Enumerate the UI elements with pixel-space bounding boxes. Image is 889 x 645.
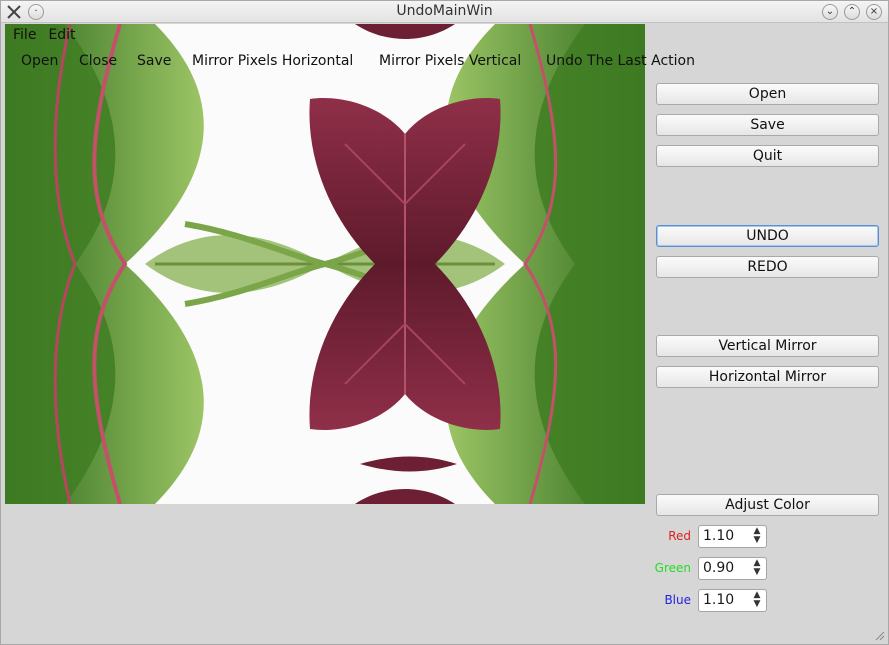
blue-label: Blue — [664, 593, 691, 607]
toolbar-mirror-horizontal[interactable]: Mirror Pixels Horizontal — [192, 53, 353, 69]
toolbar-close[interactable]: Close — [79, 53, 117, 69]
open-button[interactable]: Open — [656, 83, 879, 105]
minimize-button[interactable]: ⌄ — [822, 4, 838, 20]
mirrored-leaf-image — [5, 24, 645, 504]
red-spinbox[interactable]: 1.10 ▲ ▼ — [698, 525, 767, 548]
toolbar-save[interactable]: Save — [137, 53, 171, 69]
undo-button[interactable]: UNDO — [656, 225, 879, 247]
green-spinbox[interactable]: 0.90 ▲ ▼ — [698, 557, 767, 580]
adjust-color-button[interactable]: Adjust Color — [656, 494, 879, 516]
green-label: Green — [654, 561, 691, 575]
spin-arrows-icon[interactable]: ▲ ▼ — [751, 527, 763, 546]
menu-bar: File Edit — [13, 27, 76, 45]
window-title: UndoMainWin — [396, 3, 493, 19]
spin-arrows-icon[interactable]: ▲ ▼ — [751, 591, 763, 610]
save-button[interactable]: Save — [656, 114, 879, 136]
close-button[interactable]: × — [866, 4, 882, 20]
red-value: 1.10 — [703, 528, 735, 544]
green-value: 0.90 — [703, 560, 735, 576]
vertical-mirror-button[interactable]: Vertical Mirror — [656, 335, 879, 357]
chevron-down-icon: ⌄ — [825, 6, 835, 17]
horizontal-mirror-button[interactable]: Horizontal Mirror — [656, 366, 879, 388]
main-window: · UndoMainWin ⌄ ⌃ × File Edit Open Close… — [0, 0, 889, 645]
resize-grip-icon[interactable] — [873, 629, 885, 641]
image-canvas[interactable] — [5, 24, 645, 504]
toolbar-undo-last[interactable]: Undo The Last Action — [546, 53, 695, 69]
menu-file[interactable]: File — [13, 27, 36, 45]
blue-value: 1.10 — [703, 592, 735, 608]
menu-edit[interactable]: Edit — [48, 27, 75, 45]
toolbar-open[interactable]: Open — [21, 53, 58, 69]
redo-button[interactable]: REDO — [656, 256, 879, 278]
chevron-up-icon: ⌃ — [847, 6, 857, 17]
toolbar-mirror-vertical[interactable]: Mirror Pixels Vertical — [379, 53, 521, 69]
title-bar[interactable]: · UndoMainWin ⌄ ⌃ × — [1, 1, 888, 23]
quit-button[interactable]: Quit — [656, 145, 879, 167]
blue-spinbox[interactable]: 1.10 ▲ ▼ — [698, 589, 767, 612]
spin-arrows-icon[interactable]: ▲ ▼ — [751, 559, 763, 578]
close-icon: × — [869, 6, 879, 17]
maximize-button[interactable]: ⌃ — [844, 4, 860, 20]
red-label: Red — [668, 529, 691, 543]
